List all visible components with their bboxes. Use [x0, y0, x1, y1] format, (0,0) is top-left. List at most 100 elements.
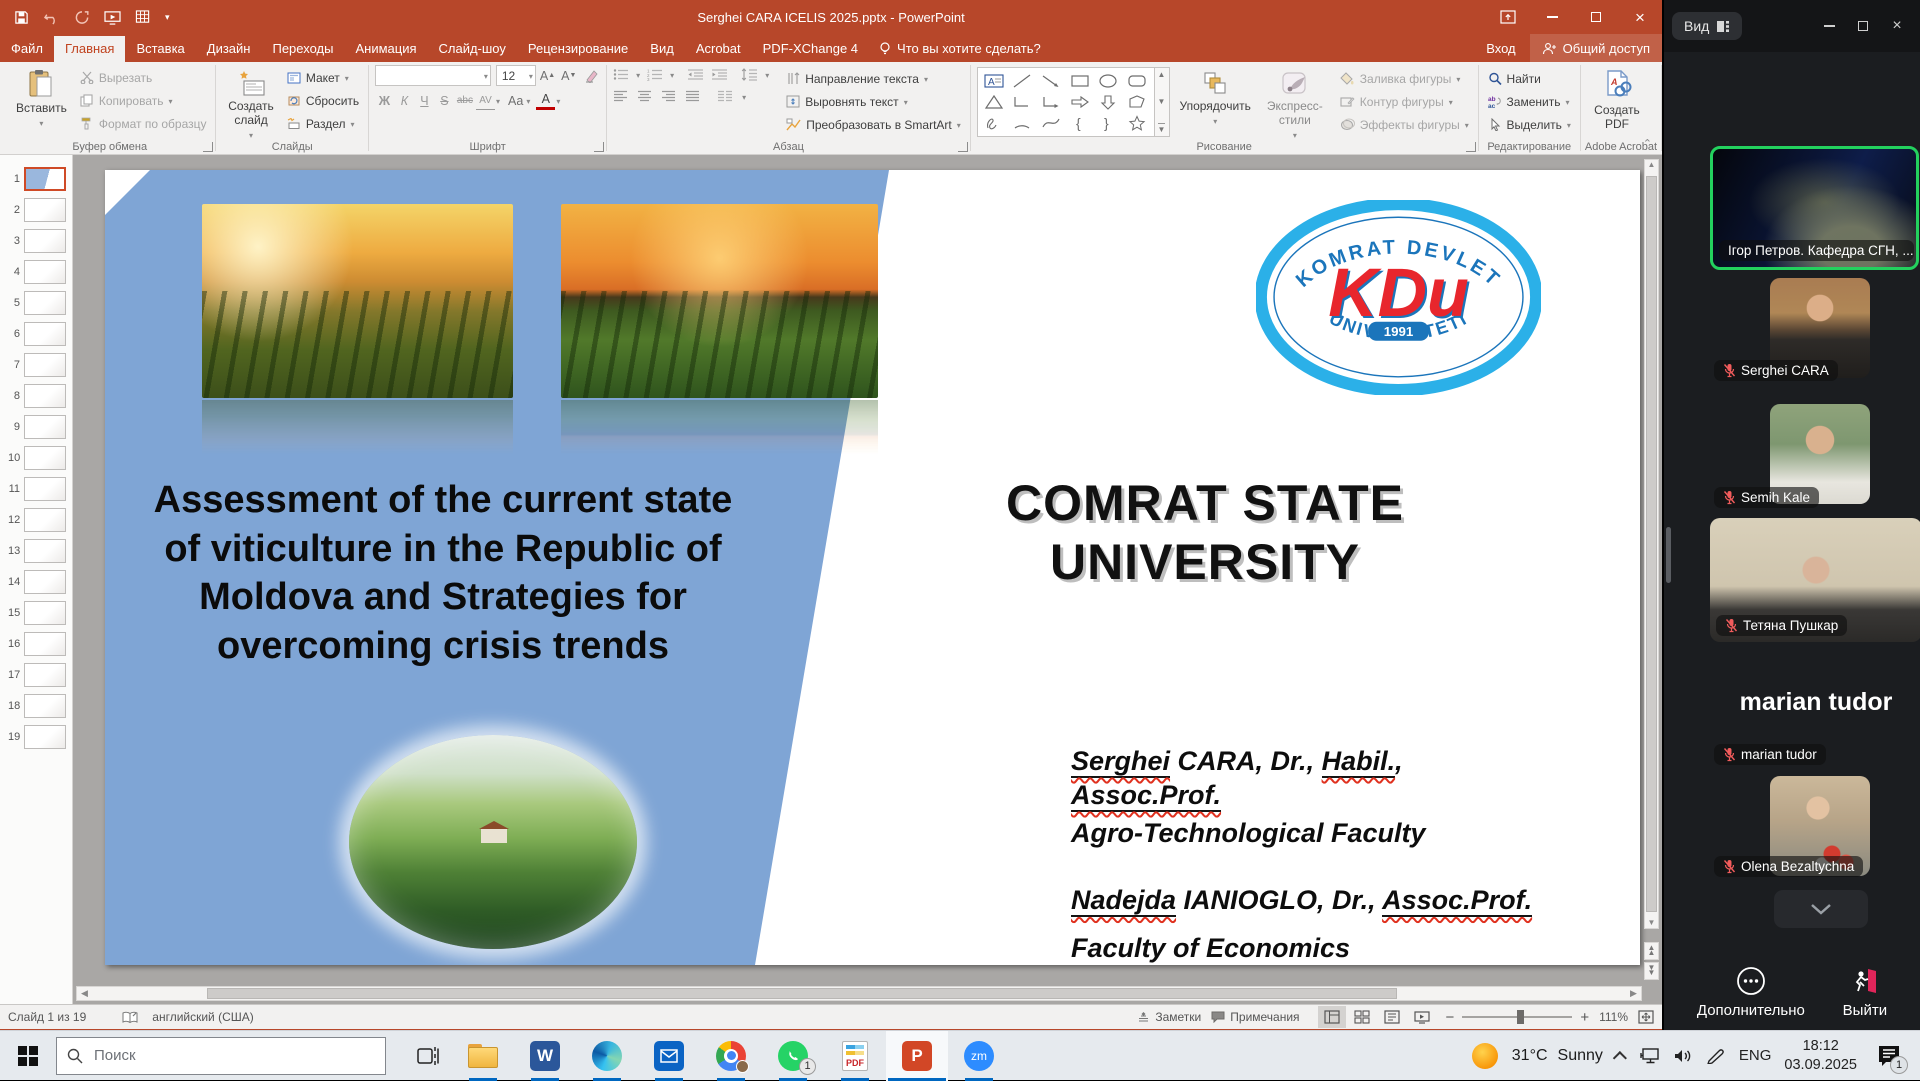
- taskbar-app-chrome[interactable]: [700, 1031, 762, 1081]
- zoom-out-button[interactable]: −: [1446, 1009, 1455, 1026]
- replace-button[interactable]: abac Заменить▾: [1485, 91, 1574, 112]
- zoom-maximize-button[interactable]: [1848, 11, 1878, 41]
- clear-formatting-icon[interactable]: [584, 69, 600, 83]
- layout-button[interactable]: Макет▾: [284, 67, 362, 88]
- shape-elbow-connector-icon[interactable]: [1012, 94, 1032, 110]
- taskbar-app-whatsapp[interactable]: 1: [762, 1031, 824, 1081]
- slide-thumbnail[interactable]: 19: [0, 721, 72, 752]
- create-pdf-button[interactable]: A Создать PDF: [1587, 65, 1648, 136]
- bullets-icon[interactable]: [613, 68, 629, 81]
- landscape-oval-photo[interactable]: [349, 735, 637, 949]
- paragraph-dialog-launcher[interactable]: [958, 142, 968, 152]
- leave-meeting-button[interactable]: Выйти: [1843, 966, 1887, 1019]
- bold-button[interactable]: Ж: [375, 91, 394, 110]
- view-button[interactable]: Вид: [1672, 12, 1742, 40]
- underline-button[interactable]: Ч: [415, 91, 434, 110]
- slide-thumbnail[interactable]: 13: [0, 535, 72, 566]
- clipboard-dialog-launcher[interactable]: [203, 142, 213, 152]
- font-name-combo[interactable]: ▾: [375, 65, 491, 86]
- shape-curve-icon[interactable]: [1041, 115, 1061, 131]
- taskbar-app-powerpoint[interactable]: P: [886, 1031, 948, 1081]
- text-direction-button[interactable]: Направление текста▾: [783, 68, 964, 89]
- zoom-slider-thumb[interactable]: [1517, 1010, 1524, 1024]
- ribbon-tab[interactable]: Файл: [0, 36, 54, 62]
- strikethrough-button[interactable]: S: [435, 91, 454, 110]
- zoom-in-button[interactable]: +: [1580, 1009, 1589, 1026]
- comments-button[interactable]: Примечания: [1211, 1010, 1299, 1024]
- ribbon-tab[interactable]: Рецензирование: [517, 36, 639, 62]
- taskbar-search[interactable]: [56, 1037, 386, 1075]
- vertical-scroll-thumb[interactable]: [1646, 176, 1657, 912]
- shape-oval-icon[interactable]: [1098, 73, 1118, 89]
- sign-in-button[interactable]: Вход: [1472, 41, 1529, 56]
- slide-thumbnail[interactable]: 12: [0, 504, 72, 535]
- fit-slide-to-window-button[interactable]: [1638, 1010, 1654, 1024]
- language-switcher[interactable]: ENG: [1739, 1047, 1772, 1064]
- ribbon-tab[interactable]: Дизайн: [196, 36, 262, 62]
- taskbar-app-zoom[interactable]: zm: [948, 1031, 1010, 1081]
- slide-thumbnail[interactable]: 17: [0, 659, 72, 690]
- convert-smartart-button[interactable]: Преобразовать в SmartArt▾: [783, 114, 964, 135]
- tray-expand-icon[interactable]: [1613, 1051, 1627, 1065]
- more-options-button[interactable]: Дополнительно: [1697, 966, 1805, 1019]
- slide-thumbnail[interactable]: 6: [0, 318, 72, 349]
- select-button[interactable]: Выделить▾: [1485, 114, 1574, 135]
- zoom-close-button[interactable]: ×: [1882, 11, 1912, 41]
- horizontal-scroll-thumb[interactable]: [207, 988, 1397, 999]
- text-shadow-button[interactable]: abc: [455, 91, 475, 110]
- book-icon[interactable]: [122, 1011, 138, 1024]
- format-painter-button[interactable]: Формат по образцу: [77, 113, 210, 134]
- justify-icon[interactable]: [685, 90, 700, 102]
- align-left-icon[interactable]: [613, 90, 628, 102]
- increase-indent-icon[interactable]: [711, 68, 728, 81]
- ribbon-tab[interactable]: Анимация: [344, 36, 427, 62]
- ribbon-tab[interactable]: Переходы: [261, 36, 344, 62]
- slideshow-view-button[interactable]: [1408, 1006, 1436, 1028]
- reset-button[interactable]: Сбросить: [284, 90, 362, 111]
- ribbon-display-options-button[interactable]: [1486, 0, 1530, 34]
- vineyard-photo-2[interactable]: [561, 204, 878, 398]
- participant-tile-active[interactable]: Ігор Петров. Кафедра СГН, ...: [1710, 146, 1919, 270]
- taskbar-app-word[interactable]: W: [514, 1031, 576, 1081]
- previous-slide-button[interactable]: ▲▲: [1644, 942, 1659, 960]
- font-size-combo[interactable]: 12▾: [496, 65, 536, 86]
- collapse-ribbon-button[interactable]: ⌃: [1643, 137, 1652, 150]
- find-button[interactable]: Найти: [1485, 68, 1574, 89]
- shapes-gallery[interactable]: A { }: [977, 67, 1155, 137]
- slide-thumbnail[interactable]: 2: [0, 194, 72, 225]
- tell-me-box[interactable]: Что вы хотите сделать?: [869, 36, 1051, 62]
- shape-arrow-icon[interactable]: [1041, 73, 1061, 89]
- slide-thumbnail[interactable]: 9: [0, 411, 72, 442]
- zoom-percent[interactable]: 111%: [1599, 1010, 1628, 1024]
- shape-right-brace-icon[interactable]: }: [1098, 115, 1118, 131]
- change-case-button[interactable]: Aa: [506, 91, 525, 110]
- grid-icon[interactable]: [135, 10, 151, 25]
- slide-title[interactable]: Assessment of the current stateof viticu…: [123, 476, 763, 671]
- university-logo[interactable]: KOMRAT DEVLET UNIVERSITETI KDu 1991: [1256, 200, 1541, 395]
- shape-fill-button[interactable]: Заливка фигуры▾: [1337, 68, 1472, 89]
- slide-thumbnail[interactable]: 3: [0, 225, 72, 256]
- weather-widget[interactable]: 31°CSunny: [1512, 1047, 1603, 1065]
- share-button[interactable]: Общий доступ: [1530, 34, 1662, 62]
- shape-rounded-rectangle-icon[interactable]: [1127, 73, 1147, 89]
- start-button[interactable]: [0, 1031, 56, 1081]
- shape-line-icon[interactable]: [1012, 73, 1032, 89]
- ribbon-tab[interactable]: PDF-XChange 4: [752, 36, 869, 62]
- italic-button[interactable]: К: [395, 91, 414, 110]
- shape-star-icon[interactable]: [1127, 115, 1147, 131]
- university-name[interactable]: COMRAT STATEUNIVERSITY: [965, 474, 1445, 592]
- scroll-left-arrow[interactable]: ◀: [77, 987, 92, 1000]
- shape-outline-button[interactable]: Контур фигуры▾: [1337, 91, 1472, 112]
- slide-thumbnail[interactable]: 5: [0, 287, 72, 318]
- slide-thumbnail-panel[interactable]: 1 2 3 4: [0, 155, 73, 1004]
- next-slide-button[interactable]: ▼▼: [1644, 962, 1659, 980]
- columns-icon[interactable]: [717, 90, 733, 102]
- close-button[interactable]: ×: [1618, 0, 1662, 34]
- ribbon-tab[interactable]: Слайд-шоу: [428, 36, 517, 62]
- slide-thumbnail[interactable]: 7: [0, 349, 72, 380]
- notification-center-button[interactable]: 1: [1870, 1031, 1910, 1081]
- ribbon-tab[interactable]: Вид: [639, 36, 685, 62]
- sun-icon[interactable]: [1472, 1043, 1498, 1069]
- qat-customize-icon[interactable]: ▾: [165, 12, 170, 23]
- redo-icon[interactable]: [74, 10, 90, 25]
